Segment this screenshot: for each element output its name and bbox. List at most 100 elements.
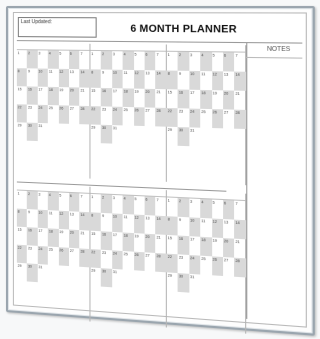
day-cell: 14	[234, 219, 246, 240]
day-cell: 28	[234, 257, 246, 278]
day-cell: 15	[17, 227, 22, 232]
day-cell: 4	[200, 52, 212, 72]
day-cell: 16	[177, 89, 190, 109]
notes-column-divider	[246, 43, 248, 319]
day-cell: 20	[69, 87, 80, 106]
day-cell: 21	[235, 91, 240, 96]
day-cell: 10	[37, 209, 48, 229]
day-cell: 1	[17, 50, 20, 55]
day-cell: 23	[102, 250, 107, 255]
day-cell: 14	[155, 215, 167, 235]
day-cell: 26	[211, 109, 224, 129]
day-cell: 18	[122, 88, 134, 108]
day-cell: 8	[166, 216, 178, 236]
day-cell: 29	[91, 268, 96, 273]
month-block: 1 2 3 4 5 6 7 8 9 10 11 12 13 14 15 16 17 18 19 20 21 22 23 24 2…	[16, 43, 91, 179]
day-cell: 8	[16, 208, 28, 228]
day-cell: 14	[79, 69, 91, 88]
day-cell: 30	[27, 122, 38, 142]
day-cell: 5	[212, 52, 215, 58]
day-cell: 18	[122, 232, 134, 252]
day-cell: 18	[47, 86, 59, 106]
day-cell: 25	[123, 251, 128, 256]
day-cell: 9	[178, 71, 181, 76]
day-cell: 26	[211, 256, 224, 276]
day-cell: 4	[200, 199, 212, 219]
day-cell: 2	[177, 51, 190, 71]
day-cell: 24	[37, 245, 48, 265]
day-cell: 30	[101, 268, 112, 288]
day-cell: 17	[190, 236, 195, 242]
day-cell: 13	[69, 211, 74, 217]
day-cell: 20	[69, 229, 80, 249]
day-cell: 2	[177, 197, 190, 218]
day-cell: 23	[102, 106, 107, 112]
day-cell: 10	[111, 213, 123, 233]
day-cell: 4	[122, 195, 134, 215]
day-cell: 3	[190, 52, 193, 57]
day-cell: 9	[102, 213, 105, 218]
day-cell: 6	[144, 196, 156, 216]
day-cell: 25	[201, 109, 206, 114]
day-cell: 30	[27, 263, 38, 283]
day-cell: 10	[189, 217, 201, 237]
day-cell: 8	[16, 68, 28, 87]
day-cell: 5	[134, 196, 137, 201]
day-cell: 1	[167, 52, 170, 57]
day-cell: 28	[79, 105, 91, 125]
day-cell: 19	[212, 237, 217, 243]
day-cell: 6	[69, 192, 80, 212]
day-cell: 31	[38, 123, 43, 128]
day-cell: 11	[48, 210, 53, 215]
day-cell: 10	[111, 69, 123, 89]
day-cell: 29	[17, 263, 22, 268]
day-cell: 12	[211, 71, 224, 91]
day-cell: 4	[122, 51, 134, 70]
day-cell: 14	[234, 71, 246, 91]
day-cell: 7	[156, 197, 159, 202]
day-cell: 31	[112, 125, 117, 130]
day-cell: 15	[91, 231, 96, 236]
day-cell: 4	[47, 191, 59, 211]
day-cell: 22	[16, 104, 28, 123]
day-cell: 6	[223, 52, 235, 72]
month-block: 1 2 3 4 5 6 7 8 9 10 11 12 13 14 15 16 17 18 19 20 21 22 23 24 2…	[166, 190, 247, 334]
day-cell: 20	[223, 90, 235, 110]
day-cell: 26	[133, 251, 145, 271]
day-cell: 9	[27, 209, 30, 214]
day-cell: 8	[90, 69, 102, 88]
day-cell: 3	[38, 192, 41, 197]
day-cell: 27	[145, 107, 150, 113]
day-cell: 22	[166, 107, 178, 128]
day-cell: 24	[189, 108, 201, 128]
day-cell: 27	[69, 248, 74, 253]
day-cell: 14	[155, 70, 167, 90]
day-cell: 16	[101, 87, 112, 107]
day-cell: 8	[166, 70, 178, 90]
day-cell: 13	[223, 71, 229, 77]
day-cell: 22	[16, 244, 28, 264]
month-block: 1 2 3 4 5 6 7 8 9 10 11 12 13 14 15 16 17 18 19 20 21 22 23 24 2…	[166, 44, 247, 186]
day-cell: 3	[112, 195, 115, 200]
day-cell: 3	[38, 50, 41, 55]
day-cell: 28	[234, 109, 246, 130]
day-cell: 24	[111, 250, 123, 270]
day-cell: 12	[58, 68, 70, 88]
day-cell: 13	[223, 219, 229, 225]
day-cell: 10	[189, 70, 201, 90]
day-cell: 17	[38, 87, 43, 92]
day-cell: 19	[59, 229, 64, 234]
day-cell: 11	[123, 214, 128, 219]
day-cell: 25	[123, 107, 128, 112]
day-cell: 16	[27, 227, 38, 246]
day-cell: 30	[177, 273, 190, 293]
day-cell: 27	[69, 106, 74, 111]
notes-divider	[246, 56, 303, 59]
day-cell: 26	[58, 105, 70, 124]
day-cell: 26	[133, 107, 145, 127]
day-cell: 8	[90, 212, 102, 232]
day-cell: 31	[190, 274, 195, 279]
day-cell: 9	[27, 68, 30, 73]
last-updated-box: Last Updated:	[17, 17, 97, 38]
day-cell: 5	[59, 192, 62, 198]
